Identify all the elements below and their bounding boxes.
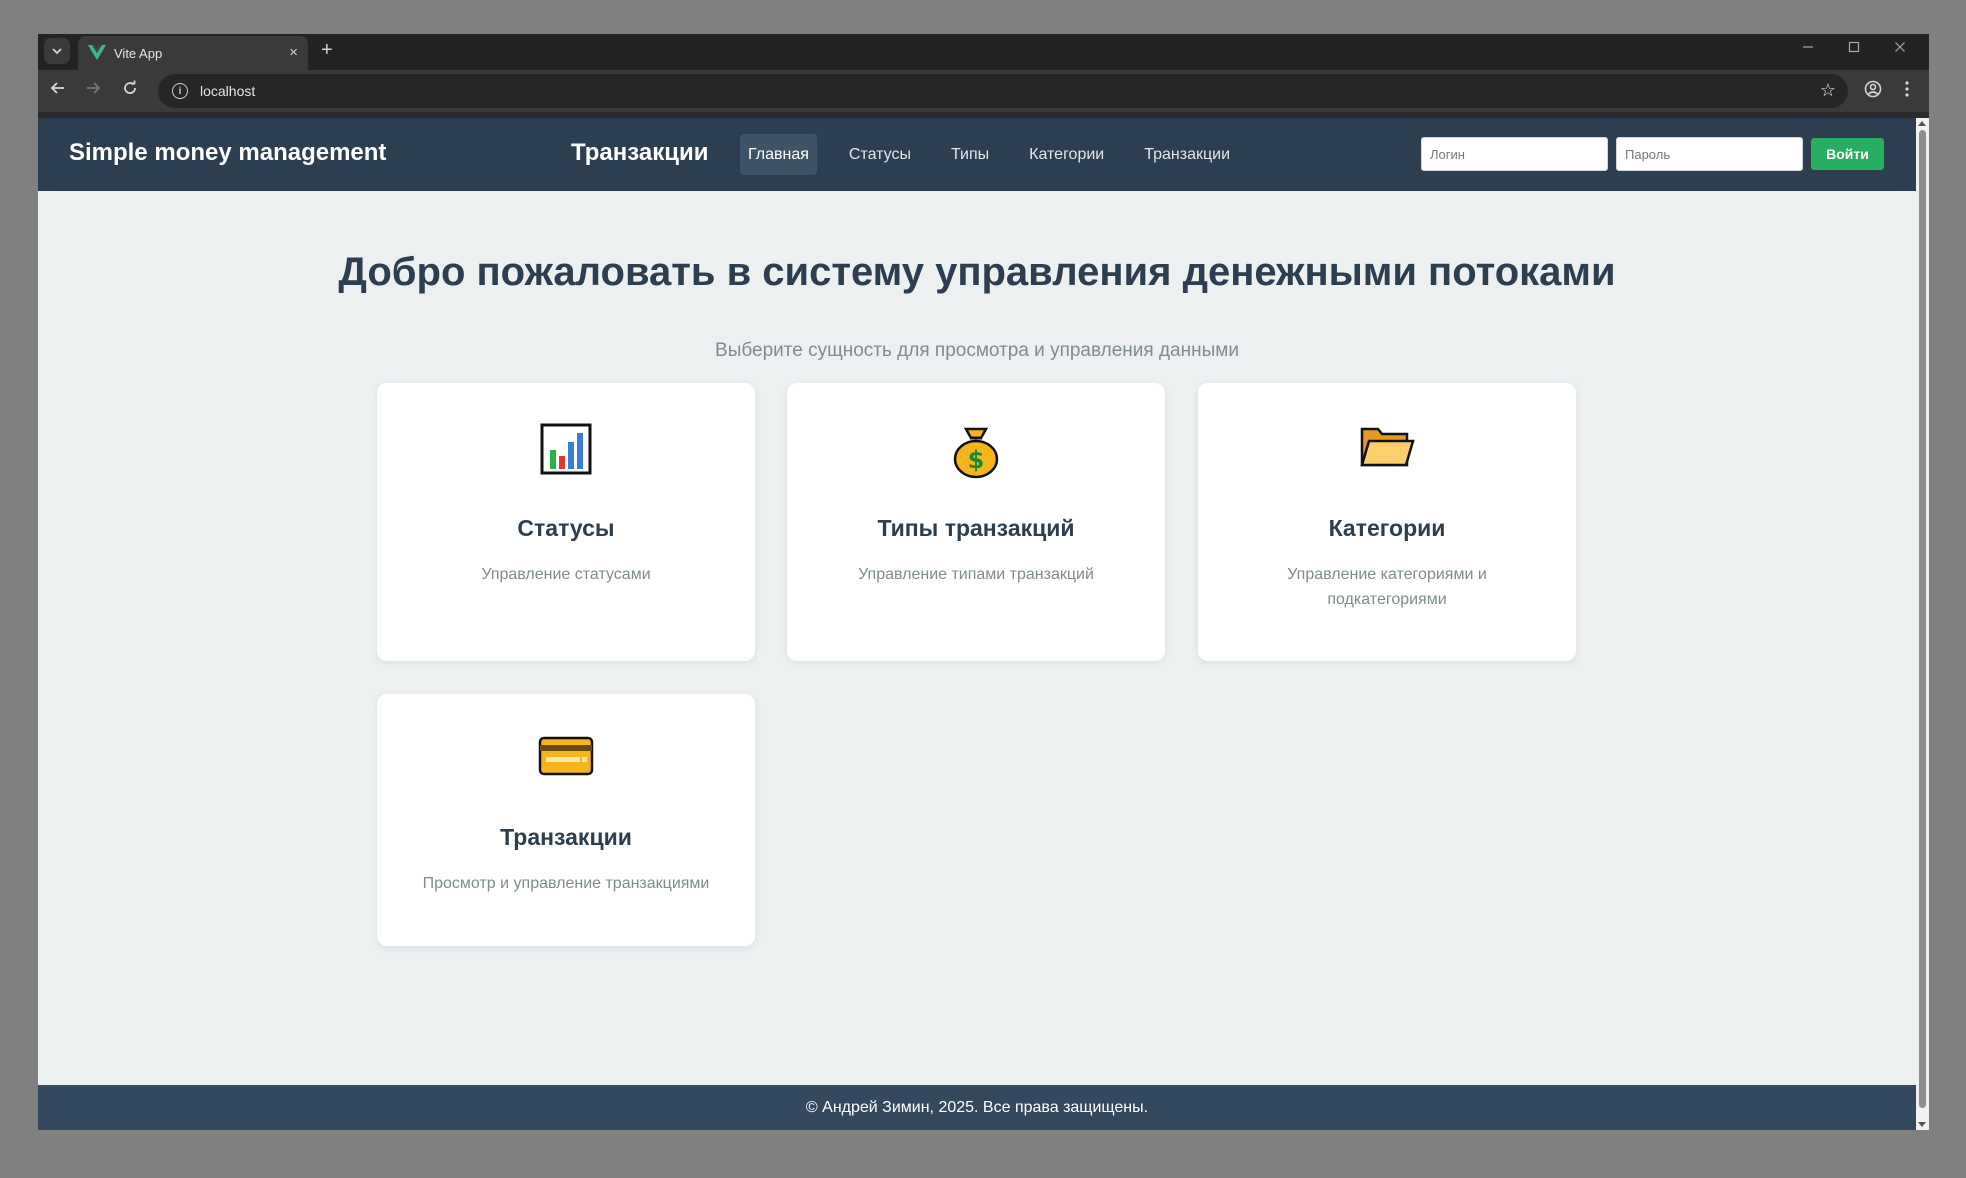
tab-title: Vite App — [114, 45, 163, 61]
scrollbar[interactable] — [1916, 118, 1929, 1130]
card-title: Статусы — [517, 515, 615, 541]
nav-item-transactions[interactable]: Транзакции — [1136, 134, 1238, 175]
tab-strip: Vite App × + — [38, 34, 1929, 70]
site-info-icon[interactable]: i — [172, 83, 188, 99]
back-arrow-icon[interactable] — [50, 80, 66, 101]
card-statuses[interactable]: Статусы Управление статусами — [377, 383, 755, 661]
url-text: localhost — [200, 83, 256, 99]
money-bag-icon: $ — [787, 423, 1165, 479]
card-description: Управление категориями и подкатегориями — [1287, 566, 1487, 608]
header-page-title: Транзакции — [571, 139, 709, 166]
card-title: Категории — [1328, 515, 1446, 541]
card-description: Управление статусами — [481, 566, 651, 583]
scroll-down-arrow-icon[interactable] — [1918, 1122, 1926, 1127]
browser-tab[interactable]: Vite App × — [78, 36, 308, 70]
profile-icon[interactable] — [1864, 80, 1882, 103]
maximize-icon[interactable] — [1848, 40, 1860, 57]
card-description: Управление типами транзакций — [858, 566, 1094, 583]
address-bar[interactable]: i localhost ☆ — [158, 74, 1848, 108]
nav-item-home[interactable]: Главная — [740, 134, 817, 175]
scroll-up-arrow-icon[interactable] — [1918, 121, 1926, 126]
browser-window: Vite App × + i localhost ☆ Simple money … — [38, 34, 1929, 1130]
card-title: Транзакции — [500, 824, 632, 850]
bookmark-star-icon[interactable]: ☆ — [1820, 80, 1836, 101]
nav-item-types[interactable]: Типы — [943, 134, 997, 175]
reload-icon[interactable] — [122, 80, 138, 101]
browser-toolbar: i localhost ☆ — [38, 70, 1929, 112]
new-tab-button[interactable]: + — [321, 39, 333, 62]
page-viewport: Simple money management Транзакции Главн… — [38, 118, 1916, 1130]
main-nav: Главная Статусы Типы Категории Транзакци… — [740, 134, 1262, 175]
page-title: Добро пожаловать в систему управления де… — [338, 250, 1616, 294]
forward-arrow-icon[interactable] — [85, 80, 101, 101]
login-button[interactable]: Войти — [1811, 138, 1884, 170]
password-input[interactable] — [1616, 137, 1803, 171]
nav-item-categories[interactable]: Категории — [1021, 134, 1112, 175]
app-header: Simple money management Транзакции Главн… — [38, 118, 1916, 191]
scrollbar-thumb[interactable] — [1919, 130, 1926, 1108]
folder-icon — [1198, 423, 1576, 479]
minimize-icon[interactable] — [1802, 40, 1814, 57]
footer-copyright: © Андрей Зимин, 2025. Все права защищены… — [805, 1099, 1149, 1116]
svg-text:$: $ — [968, 446, 985, 474]
close-window-icon[interactable] — [1894, 40, 1906, 57]
kebab-menu-icon[interactable] — [1904, 80, 1910, 103]
nav-item-statuses[interactable]: Статусы — [841, 134, 919, 175]
card-description: Просмотр и управление транзакциями — [422, 875, 710, 892]
card-transactions[interactable]: Транзакции Просмотр и управление транзак… — [377, 694, 755, 946]
login-input[interactable] — [1421, 137, 1608, 171]
credit-card-icon — [377, 734, 755, 790]
bar-chart-icon — [377, 423, 755, 479]
vue-logo-icon — [88, 45, 106, 60]
close-tab-icon[interactable]: × — [289, 44, 298, 61]
card-categories[interactable]: Категории Управление категориями и подка… — [1198, 383, 1576, 661]
footer: © Андрей Зимин, 2025. Все права защищены… — [38, 1085, 1916, 1130]
chevron-down-icon — [52, 48, 62, 55]
card-transaction-types[interactable]: $ Типы транзакций Управление типами тран… — [787, 383, 1165, 661]
page-subtitle: Выберите сущность для просмотра и управл… — [715, 340, 1239, 361]
brand-logo[interactable]: Simple money management — [69, 139, 386, 167]
tab-search-button[interactable] — [44, 38, 70, 64]
card-title: Типы транзакций — [877, 515, 1075, 541]
